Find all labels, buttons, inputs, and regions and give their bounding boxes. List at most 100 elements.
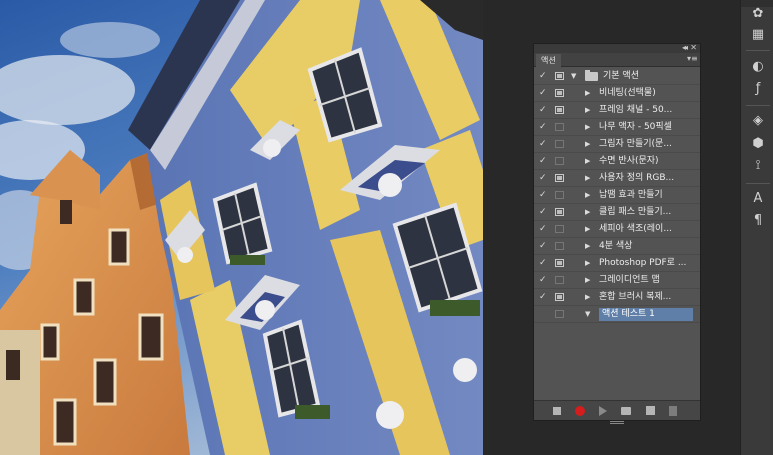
collapsed-triangle-icon[interactable]: ▶ [585,190,595,200]
dock-separator [746,50,770,51]
action-set-row[interactable]: ✓ ▼ 기본 액션 [534,68,700,85]
collapsed-triangle-icon[interactable]: ▶ [585,258,595,268]
dialog-toggle-icon[interactable] [555,310,564,318]
toggle-checkmark-icon[interactable]: ✓ [539,292,549,302]
tab-actions[interactable]: 액션 [536,54,561,67]
actions-toolbar [534,400,700,424]
collapsed-triangle-icon[interactable]: ▶ [585,207,595,217]
action-label: Photoshop PDF로 ... [599,258,687,268]
toggle-checkmark-icon[interactable]: ✓ [539,258,549,268]
character-icon[interactable]: A [750,191,766,207]
action-label: 세피아 색조(레이... [599,224,672,234]
toggle-checkmark-icon[interactable] [539,309,549,319]
swatches-icon[interactable]: ▦ [750,27,766,43]
color-palette-icon[interactable]: ✿ [750,6,766,22]
dialog-toggle-icon[interactable] [555,259,564,267]
toggle-checkmark-icon[interactable]: ✓ [539,207,549,217]
trash-icon[interactable] [669,406,677,416]
action-row[interactable]: ✓ ▶ 납땜 효과 만들기 [534,187,700,204]
action-row[interactable]: ✓ ▶ 세피아 색조(레이... [534,221,700,238]
action-row[interactable]: ✓ ▶ 사용자 정의 RGB... [534,170,700,187]
dialog-toggle-icon[interactable] [555,140,564,148]
collapsed-triangle-icon[interactable]: ▶ [585,241,595,251]
toggle-checkmark-icon[interactable]: ✓ [539,275,549,285]
toggle-checkmark-icon[interactable]: ✓ [539,224,549,234]
action-row[interactable]: ✓ ▶ 4분 색상 [534,238,700,255]
record-icon[interactable] [575,406,585,416]
toggle-checkmark-icon[interactable]: ✓ [539,139,549,149]
collapse-panel-icon[interactable]: ◂◂ [682,43,688,52]
panel-tab-bar: 액션 ▾≡ [534,53,700,67]
play-icon[interactable] [599,406,607,416]
dialog-toggle-icon[interactable] [555,157,564,165]
action-row[interactable]: ✓ ▶ 나무 액자 - 50픽셀 [534,119,700,136]
dialog-toggle-icon[interactable] [555,293,564,301]
action-label: 액션 테스트 1 [599,308,693,321]
action-label: 클립 패스 만들기... [599,207,672,217]
collapsed-triangle-icon[interactable]: ▶ [585,156,595,166]
action-label: 혼합 브러시 복제... [599,292,672,302]
action-set-row[interactable]: ▼ 액션 테스트 1 [534,306,700,323]
toggle-checkmark-icon[interactable]: ✓ [539,122,549,132]
toggle-checkmark-icon[interactable]: ✓ [539,156,549,166]
document-canvas[interactable] [0,0,483,455]
toggle-checkmark-icon[interactable]: ✓ [539,173,549,183]
styles-icon[interactable]: ƒ [750,81,766,97]
action-label: 사용자 정의 RGB... [599,173,675,183]
paragraph-icon[interactable]: ¶ [750,213,766,229]
new-set-folder-icon[interactable] [621,407,631,415]
dialog-toggle-icon[interactable] [555,276,564,284]
action-row[interactable]: ✓ ▶ 그레이디언트 맵 [534,272,700,289]
stop-icon[interactable] [553,407,561,415]
panel-title-bar[interactable]: ◂◂ ✕ [534,43,700,53]
action-row[interactable]: ✓ ▶ 비네팅(선택물) [534,85,700,102]
collapsed-triangle-icon[interactable]: ▶ [585,173,595,183]
collapsed-triangle-icon[interactable]: ▶ [585,88,595,98]
toggle-checkmark-icon[interactable]: ✓ [539,88,549,98]
layers-icon[interactable]: ◈ [750,113,766,129]
action-row[interactable]: ✓ ▶ Photoshop PDF로 ... [534,255,700,272]
panel-dock: ✿ ▦ ◐ ƒ ◈ ⬢ ⟟ A ¶ [740,0,773,455]
action-row[interactable]: ✓ ▶ 그림자 만들기(문... [534,136,700,153]
resize-grip[interactable] [610,421,624,424]
folder-icon [585,70,598,81]
action-label: 나무 액자 - 50픽셀 [599,122,672,132]
action-row[interactable]: ✓ ▶ 클립 패스 만들기... [534,204,700,221]
dock-separator [746,183,770,184]
toggle-checkmark-icon[interactable]: ✓ [539,190,549,200]
action-label: 수면 반사(문자) [599,156,659,166]
dialog-toggle-icon[interactable] [555,174,564,182]
toggle-checkmark-icon[interactable]: ✓ [539,105,549,115]
dialog-toggle-icon[interactable] [555,123,564,131]
collapsed-triangle-icon[interactable]: ▶ [585,292,595,302]
action-row[interactable]: ✓ ▶ 프레임 채널 - 50... [534,102,700,119]
dialog-toggle-icon[interactable] [555,208,564,216]
close-panel-icon[interactable]: ✕ [690,43,697,52]
expanded-triangle-icon[interactable]: ▼ [585,309,595,319]
toggle-checkmark-icon[interactable]: ✓ [539,71,549,81]
expanded-triangle-icon[interactable]: ▼ [571,71,581,81]
collapsed-triangle-icon[interactable]: ▶ [585,275,595,285]
dialog-toggle-icon[interactable] [555,106,564,114]
toggle-checkmark-icon[interactable]: ✓ [539,241,549,251]
paths-icon[interactable]: ⟟ [750,158,766,174]
dialog-toggle-icon[interactable] [555,89,564,97]
action-row[interactable]: ✓ ▶ 수면 반사(문자) [534,153,700,170]
new-action-icon[interactable] [646,406,655,415]
dialog-toggle-icon[interactable] [555,242,564,250]
action-label: 그림자 만들기(문... [599,139,672,149]
collapsed-triangle-icon[interactable]: ▶ [585,122,595,132]
collapsed-triangle-icon[interactable]: ▶ [585,105,595,115]
collapsed-triangle-icon[interactable]: ▶ [585,224,595,234]
channels-icon[interactable]: ⬢ [750,136,766,152]
action-label: 프레임 채널 - 50... [599,105,673,115]
dialog-toggle-icon[interactable] [555,225,564,233]
panel-menu-icon[interactable]: ▾≡ [687,54,698,64]
adjustments-icon[interactable]: ◐ [750,59,766,75]
collapsed-triangle-icon[interactable]: ▶ [585,139,595,149]
actions-list: ✓ ▼ 기본 액션 ✓ ▶ 비네팅(선택물) ✓ ▶ 프레임 채널 - 50... ✓ ▶ 나무 액자… [534,68,700,323]
dialog-toggle-icon[interactable] [555,72,564,80]
action-label: 4분 색상 [599,241,633,251]
dialog-toggle-icon[interactable] [555,191,564,199]
action-row[interactable]: ✓ ▶ 혼합 브러시 복제... [534,289,700,306]
